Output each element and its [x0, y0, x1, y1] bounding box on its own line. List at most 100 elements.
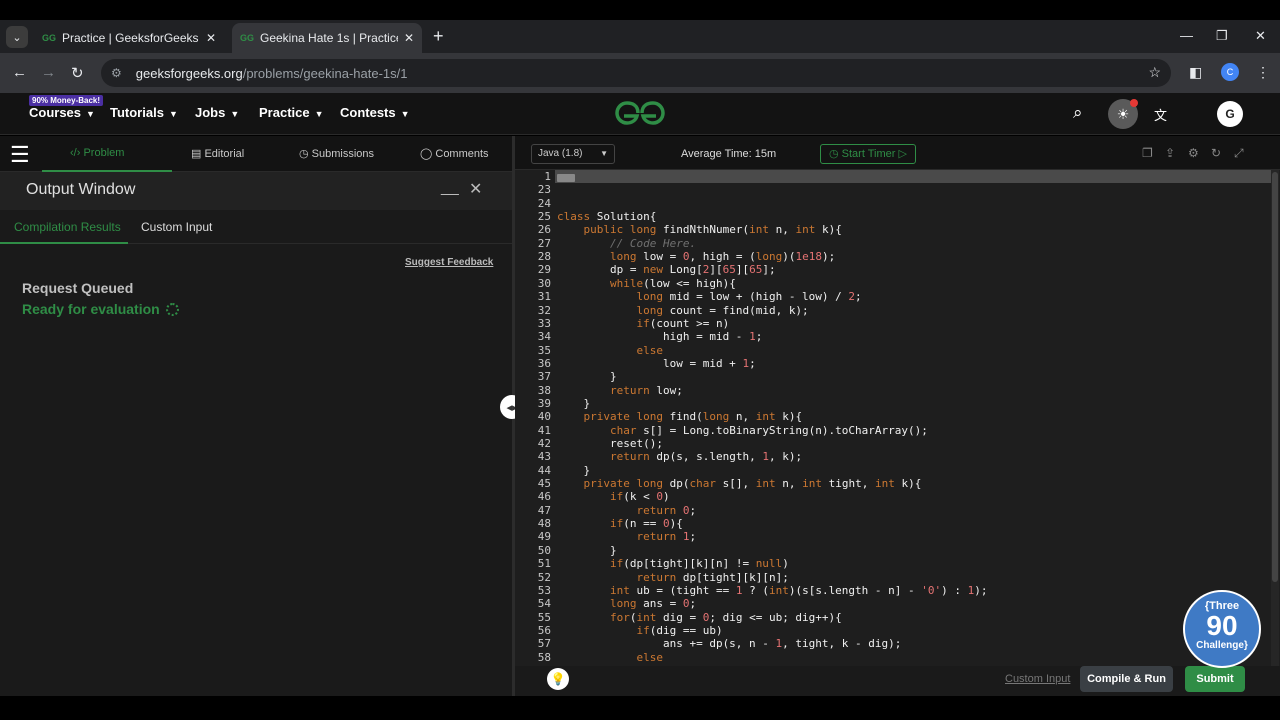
line-number: 42 [537, 437, 551, 450]
profile-icon[interactable]: C [1221, 63, 1239, 81]
start-timer-button[interactable]: ◷ Start Timer ▷ [820, 144, 916, 164]
code-line: while(low <= high){ [609, 276, 736, 290]
editor-toolbar: Java (1.8) ▼ Average Time: 15m ◷ Start Ti… [515, 136, 1280, 170]
browser-tab-geekina[interactable]: GG Geekina Hate 1s | Practice | Gee ✕ [232, 23, 422, 53]
code-line: else [636, 343, 663, 357]
line-number: 41 [537, 423, 551, 437]
submit-button[interactable]: Submit [1185, 666, 1245, 692]
address-bar[interactable]: ⚙ geeksforgeeks.org/problems/geekina-hat… [101, 59, 1171, 87]
compile-run-button[interactable]: Compile & Run [1080, 666, 1173, 692]
line-number: 56 [537, 623, 551, 637]
status-ready-text: Ready for evaluation [22, 301, 160, 317]
close-window-icon[interactable]: ✕ [1255, 28, 1266, 44]
code-line: } [557, 543, 617, 557]
code-line: return 0; [636, 503, 697, 517]
line-number: 47 [537, 503, 551, 517]
tab-problem[interactable]: ‹/› Problem [70, 147, 124, 159]
tab-editorial[interactable]: ▤ Editorial [191, 147, 244, 160]
line-number: 45 [537, 477, 551, 491]
line-number: 37 [537, 370, 551, 384]
reload-icon[interactable]: ↻ [71, 64, 84, 82]
gfg-favicon-icon: GG [240, 33, 255, 43]
chevron-down-icon: ▼ [168, 109, 178, 119]
code-line: // Code Here. [609, 236, 697, 250]
minimize-icon[interactable]: __ [441, 179, 459, 197]
forward-icon[interactable]: → [41, 64, 56, 81]
line-number: 28 [537, 250, 551, 264]
code-editor[interactable]: 1 23 24 25 class Solution{26 public long fin… [515, 170, 1280, 666]
upload-icon[interactable]: ⇪ [1165, 146, 1175, 160]
code-line: } [557, 463, 591, 477]
fullscreen-icon[interactable]: ⤢ [1234, 146, 1244, 161]
tab-search-button[interactable]: ⌄ [6, 26, 28, 48]
browser-tab-practice[interactable]: GG Practice | GeeksforGeeks | A co ✕ [34, 23, 224, 53]
line-number: 48 [537, 517, 551, 531]
line-number: 44 [537, 463, 551, 477]
editor-scroll-thumb[interactable] [1272, 172, 1278, 582]
tab-compilation-results[interactable]: Compilation Results [14, 220, 121, 234]
line-number: 49 [537, 530, 551, 544]
folded-code-marker[interactable] [557, 174, 575, 182]
tab-title: Geekina Hate 1s | Practice | Gee [260, 31, 398, 45]
lightbulb-icon[interactable]: 💡 [547, 668, 569, 690]
new-tab-button[interactable]: + [433, 26, 444, 46]
current-line-highlight [555, 170, 1273, 183]
settings-icon[interactable]: ⚙ [1188, 146, 1199, 160]
line-number: 1 [544, 170, 551, 183]
line-number: 52 [537, 570, 551, 584]
code-line: if(count >= n) [636, 316, 730, 330]
line-number: 38 [537, 383, 551, 397]
menu-hamburger-icon[interactable]: ☰ [10, 142, 30, 168]
close-tab-icon[interactable]: ✕ [206, 31, 216, 45]
url-domain: geeksforgeeks.org [135, 65, 243, 81]
nav-courses[interactable]: Courses ▼ [29, 105, 95, 120]
reset-icon[interactable]: ↻ [1211, 146, 1221, 160]
minimize-window-icon[interactable]: — [1180, 28, 1193, 43]
copy-icon[interactable]: ❐ [1142, 146, 1153, 160]
code-line: if(n == 0){ [609, 517, 683, 531]
close-icon[interactable]: ✕ [469, 179, 482, 199]
nav-practice[interactable]: Practice ▼ [259, 105, 324, 120]
nav-contests[interactable]: Contests ▼ [340, 105, 410, 120]
translate-icon[interactable]: 文 [1154, 105, 1167, 124]
nav-jobs[interactable]: Jobs ▼ [195, 105, 239, 120]
search-icon[interactable]: ⌕ [1073, 103, 1083, 123]
line-number: 46 [537, 490, 551, 504]
line-number: 50 [537, 543, 551, 557]
menu-kebab-icon[interactable]: ⋮ [1256, 64, 1270, 81]
nav-label: Jobs [195, 105, 226, 120]
code-line: high = mid - 1; [557, 330, 763, 344]
code-line: private long dp(char s[], int n, int tig… [583, 477, 922, 491]
code-line: if(k < 0) [609, 490, 670, 504]
bookmark-star-icon[interactable]: ☆ [1148, 64, 1161, 81]
tab-submissions[interactable]: ◷ Submissions [299, 147, 374, 160]
code-line: long ans = 0; [609, 597, 697, 611]
restore-window-icon[interactable]: ❐ [1216, 28, 1228, 44]
avatar[interactable]: G [1217, 101, 1243, 127]
problem-tabs: ☰ ‹/› Problem ▤ Editorial ◷ Submissions … [0, 136, 512, 172]
back-icon[interactable]: ← [12, 64, 27, 81]
timer-label: Start Timer [841, 148, 896, 160]
code-line: else [636, 650, 663, 664]
code-line: dp = new Long[2][65][65]; [557, 263, 776, 277]
nav-tutorials[interactable]: Tutorials ▼ [110, 105, 178, 120]
tab-comments[interactable]: ◯ Comments [420, 147, 489, 160]
tab-label: Editorial [204, 148, 245, 160]
gfg-logo[interactable] [614, 99, 666, 127]
three-90-challenge-badge[interactable]: {Three 90 Challenge} [1183, 590, 1261, 668]
custom-input-link[interactable]: Custom Input [1005, 673, 1070, 685]
tab-custom-input[interactable]: Custom Input [141, 220, 212, 234]
side-panel-icon[interactable]: ◧ [1189, 64, 1202, 81]
close-tab-icon[interactable]: ✕ [404, 31, 414, 45]
output-window-header: Output Window __ ✕ [0, 172, 512, 210]
tab-label: Submissions [311, 148, 375, 160]
line-number: 53 [537, 583, 551, 597]
status-ready: Ready for evaluation [22, 301, 179, 317]
line-number: 39 [537, 396, 551, 410]
language-select[interactable]: Java (1.8) ▼ [531, 144, 615, 164]
suggest-feedback-link[interactable]: Suggest Feedback [405, 257, 493, 268]
average-time: Average Time: 15m [681, 148, 777, 160]
theme-toggle-button[interactable]: ☀ [1108, 99, 1138, 129]
site-info-icon[interactable]: ⚙ [111, 66, 122, 80]
output-window-title: Output Window [26, 181, 136, 198]
